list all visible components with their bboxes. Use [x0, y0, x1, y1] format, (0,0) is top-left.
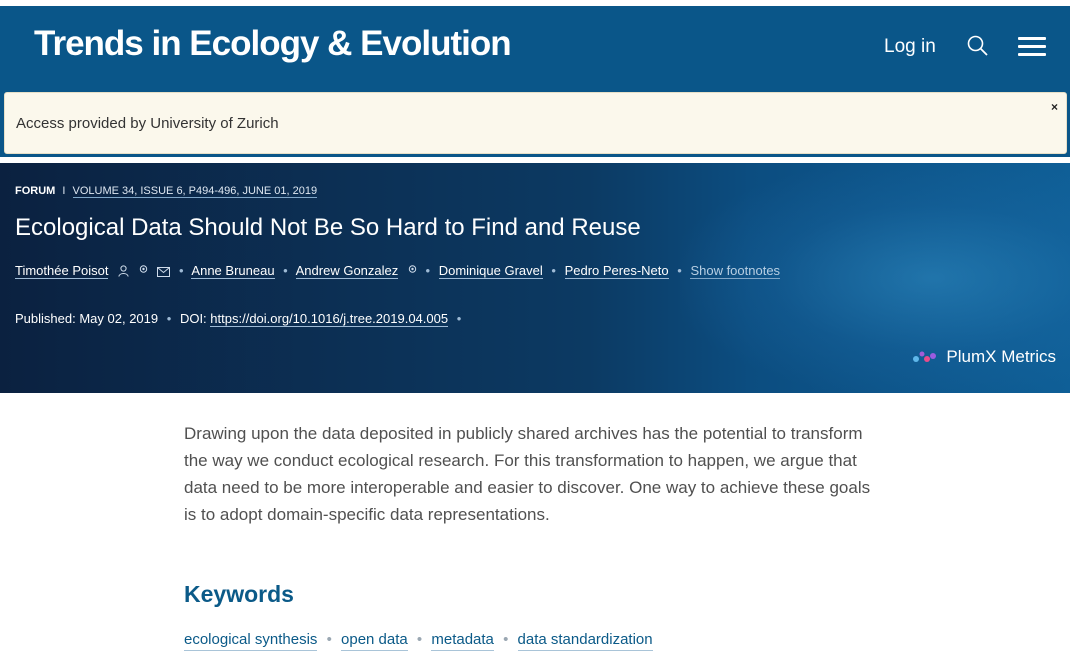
- keyword-link[interactable]: open data: [341, 631, 408, 651]
- author-link[interactable]: Andrew Gonzalez: [295, 263, 399, 279]
- search-icon-glyph: [967, 35, 988, 56]
- person-icon[interactable]: [118, 265, 129, 281]
- author-link[interactable]: Timothée Poisot: [15, 263, 109, 279]
- article-header: FORUM I VOLUME 34, ISSUE 6, P494-496, JU…: [0, 163, 1070, 393]
- keyword-separator: •: [326, 631, 332, 648]
- author-separator: •: [551, 263, 556, 278]
- meta-separator: I: [62, 185, 66, 197]
- plumx-label: PlumX Metrics: [946, 347, 1056, 366]
- pub-separator: •: [166, 311, 172, 326]
- keyword-list: ecological synthesis • open data • metad…: [184, 630, 653, 651]
- keyword-link[interactable]: data standardization: [517, 631, 653, 651]
- login-link[interactable]: Log in: [884, 35, 936, 59]
- author-link[interactable]: Anne Bruneau: [191, 263, 275, 279]
- affiliation-icon[interactable]: [408, 265, 417, 281]
- published-label: Published:: [15, 311, 76, 326]
- plumx-icon-glyph: [912, 351, 936, 362]
- hamburger-menu-icon[interactable]: [1018, 37, 1046, 57]
- volume-info-link[interactable]: VOLUME 34, ISSUE 6, P494-496, JUNE 01, 2…: [72, 185, 318, 198]
- article-title: Ecological Data Should Not Be So Hard to…: [15, 214, 641, 241]
- author-link[interactable]: Dominique Gravel: [438, 263, 543, 279]
- doi-label: DOI:: [179, 311, 207, 326]
- keyword-separator: •: [416, 631, 423, 648]
- abstract-text: Drawing upon the data deposited in publi…: [184, 424, 871, 524]
- article-meta: FORUM I VOLUME 34, ISSUE 6, P494-496, JU…: [15, 184, 318, 198]
- author-separator: •: [425, 263, 431, 278]
- author-separator: •: [283, 263, 288, 278]
- affiliation-icon[interactable]: [139, 265, 148, 281]
- doi-link[interactable]: https://doi.org/10.1016/j.tree.2019.04.0…: [210, 311, 449, 327]
- pub-separator: •: [456, 311, 462, 326]
- close-icon[interactable]: ×: [1051, 100, 1058, 114]
- affiliation-icon-glyph: [408, 265, 417, 273]
- plumx-metrics-link[interactable]: PlumX Metrics: [912, 347, 1056, 369]
- top-edge: [0, 0, 1070, 6]
- published-date: May 02, 2019: [79, 311, 159, 326]
- journal-title[interactable]: Trends in Ecology & Evolution: [34, 24, 512, 64]
- plumx-icon: [912, 349, 938, 369]
- keyword-separator: •: [503, 631, 509, 648]
- access-notice-text: Access provided by University of Zurich: [16, 115, 279, 132]
- keywords-heading: Keywords: [184, 581, 294, 607]
- search-icon[interactable]: [966, 34, 990, 58]
- envelope-icon-glyph: [157, 267, 171, 277]
- keyword-link[interactable]: ecological synthesis: [184, 631, 318, 651]
- author-separator: •: [178, 263, 184, 278]
- show-footnotes-link[interactable]: Show footnotes: [690, 263, 781, 279]
- article-section: FORUM: [15, 185, 56, 197]
- person-icon-glyph: [118, 265, 129, 277]
- author-separator: •: [677, 263, 682, 278]
- access-notice: Access provided by University of Zurich …: [4, 92, 1067, 154]
- affiliation-icon-glyph: [139, 265, 147, 273]
- envelope-icon[interactable]: [157, 265, 171, 281]
- publication-info: Published: May 02, 2019 • DOI: https://d…: [15, 311, 466, 327]
- author-list: Timothée Poisot • Anne Bruneau • Andrew …: [15, 263, 781, 281]
- author-link[interactable]: Pedro Peres-Neto: [564, 263, 669, 279]
- keyword-link[interactable]: metadata: [431, 631, 494, 651]
